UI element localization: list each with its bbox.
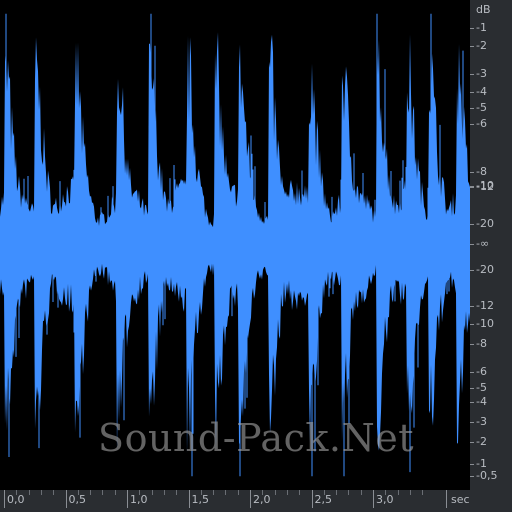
- db-tick: [470, 324, 474, 325]
- time-tick-label: 2,0: [253, 493, 271, 506]
- time-minor-tick: [16, 490, 18, 495]
- db-tick: [470, 28, 474, 29]
- time-minor-tick: [77, 490, 79, 495]
- time-tick-label: 2,5: [314, 493, 333, 506]
- time-minor-tick: [114, 490, 116, 495]
- db-tick: [470, 92, 474, 93]
- db-tick: [470, 476, 474, 477]
- time-minor-tick: [422, 490, 424, 495]
- time-minor-tick: [225, 490, 227, 495]
- db-tick: [470, 442, 474, 443]
- time-minor-tick: [336, 490, 338, 495]
- db-tick-label: -3: [476, 67, 487, 80]
- time-minor-tick: [262, 490, 264, 495]
- time-tick: [4, 490, 5, 508]
- waveform-graph[interactable]: [0, 0, 470, 490]
- waveform-editor: dB -1 -2 -3 -4 -5 -6 -8 -10 -12 -20 -∞ -20 -12 -10 -8-…: [0, 0, 512, 512]
- db-tick-label: -6: [476, 117, 487, 130]
- time-minor-tick: [299, 490, 301, 495]
- time-minor-tick: [163, 490, 165, 495]
- time-tick-label: 1,0: [130, 493, 148, 506]
- time-minor-tick: [323, 490, 325, 495]
- db-tick: [470, 344, 474, 345]
- db-tick: [470, 372, 474, 373]
- time-minor-tick: [409, 490, 411, 495]
- db-tick-label: -1: [476, 21, 487, 34]
- db-tick-label: -∞: [476, 237, 490, 250]
- db-tick-label: -2: [476, 39, 487, 52]
- time-minor-tick: [237, 490, 239, 495]
- time-minor-tick: [102, 490, 104, 495]
- db-tick-label: -3: [476, 415, 487, 428]
- time-tick-label: 0,0: [7, 493, 25, 506]
- time-tick: [446, 490, 447, 508]
- db-ruler[interactable]: dB -1 -2 -3 -4 -5 -6 -8 -10 -12 -20 -∞ -20 -12 -10 -8-…: [470, 0, 512, 490]
- db-tick-label: -6: [476, 365, 487, 378]
- db-tick: [470, 224, 474, 225]
- db-tick: [470, 244, 474, 245]
- time-minor-tick: [274, 490, 276, 495]
- db-tick: [470, 402, 474, 403]
- db-tick-label: -8: [476, 165, 487, 178]
- db-tick: [470, 464, 474, 465]
- db-tick-label: -20: [476, 217, 494, 230]
- db-tick: [470, 124, 474, 125]
- time-minor-tick: [28, 490, 30, 495]
- time-minor-tick: [151, 490, 153, 495]
- time-ruler[interactable]: 0,0 0,5 1,0 1,5 2,0 2,5 3,0 sec: [0, 490, 512, 512]
- time-tick-label: 3,0: [376, 493, 394, 506]
- db-tick-label: -10: [476, 317, 494, 330]
- db-tick-label: -4: [476, 395, 487, 408]
- time-minor-tick: [360, 490, 362, 495]
- db-tick: [470, 172, 474, 173]
- waveform-display[interactable]: [0, 0, 470, 490]
- time-minor-tick: [53, 490, 55, 495]
- time-tick-label: 0,5: [68, 493, 87, 506]
- time-tick: [188, 490, 190, 508]
- db-tick-label: -20: [476, 263, 494, 276]
- db-tick-label: -0,5: [476, 469, 498, 482]
- db-tick-label: -2: [476, 435, 487, 448]
- db-tick-label: -5: [476, 381, 487, 394]
- db-tick-label: -12: [476, 299, 494, 312]
- time-minor-tick: [348, 490, 350, 495]
- time-tick: [311, 490, 313, 508]
- db-tick: [470, 46, 474, 47]
- db-tick: [470, 270, 474, 271]
- time-tick: [65, 490, 67, 508]
- time-minor-tick: [397, 490, 399, 495]
- time-minor-tick: [200, 490, 202, 495]
- db-tick: [470, 388, 474, 389]
- time-minor-tick: [40, 490, 42, 495]
- time-unit-label: sec: [451, 493, 470, 506]
- time-minor-tick: [385, 490, 387, 495]
- db-tick: [470, 74, 474, 75]
- db-unit-label: dB: [476, 3, 491, 16]
- db-tick: [470, 306, 474, 307]
- db-tick: [470, 422, 474, 423]
- db-tick-label: -5: [476, 101, 487, 114]
- time-minor-tick: [213, 490, 215, 495]
- time-minor-tick: [139, 490, 141, 495]
- db-tick: [470, 187, 474, 188]
- db-tick: [470, 108, 474, 109]
- db-tick-label: -12: [476, 180, 494, 193]
- time-tick: [373, 490, 374, 508]
- time-tick: [250, 490, 251, 508]
- time-minor-tick: [286, 490, 288, 495]
- db-tick-label: -4: [476, 85, 487, 98]
- time-minor-tick: [176, 490, 178, 495]
- time-tick-label: 1,5: [191, 493, 210, 506]
- time-minor-tick: [90, 490, 92, 495]
- db-tick-label: -8: [476, 337, 487, 350]
- time-tick: [127, 490, 128, 508]
